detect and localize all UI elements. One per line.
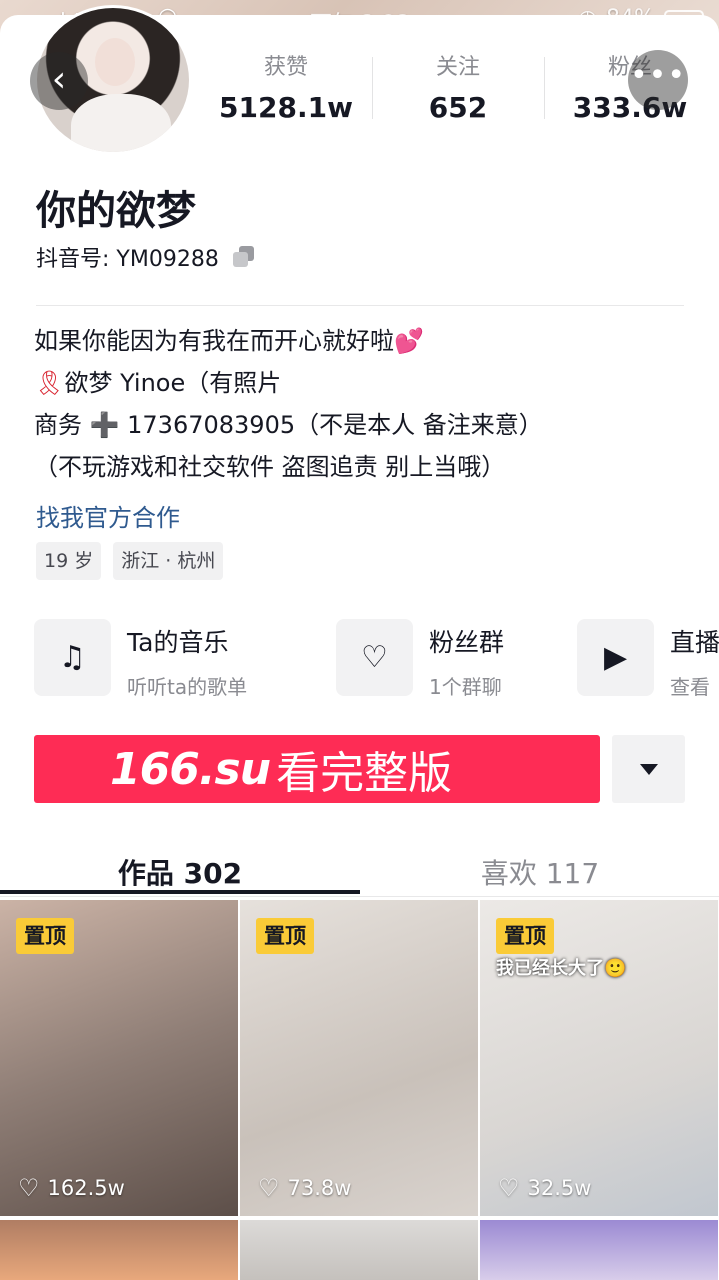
bio-line: 🎗欲梦 Yinoe（有照片 bbox=[34, 369, 282, 397]
caret-down-icon bbox=[639, 763, 658, 775]
nickname: 你的欲梦 bbox=[36, 188, 196, 234]
heart-icon: ♡ bbox=[258, 1174, 280, 1202]
video-thumbnail[interactable]: 置顶 ♡ 162.5w bbox=[0, 900, 238, 1216]
bio: 如果你能因为有我在而开心就好啦💕 🎗欲梦 Yinoe（有照片 商务 ➕ 1736… bbox=[34, 320, 694, 488]
cta-text: 看完整版 bbox=[276, 748, 453, 799]
music-note-icon: ♫ bbox=[34, 619, 111, 696]
bio-line: 如果你能因为有我在而开心就好啦💕 bbox=[34, 327, 424, 355]
feature-music[interactable]: ♫ Ta的音乐 听听ta的歌单 bbox=[34, 619, 247, 697]
tag-location: 浙江 · 杭州 bbox=[113, 542, 224, 580]
uid-label: 抖音号: YM09288 bbox=[36, 247, 219, 272]
live-tv-icon: ▶ bbox=[577, 619, 654, 696]
divider bbox=[36, 305, 684, 306]
feature-subtitle: 1个群聊 bbox=[429, 675, 502, 697]
feature-title: 粉丝群 bbox=[429, 628, 505, 657]
video-thumbnail[interactable] bbox=[240, 1220, 478, 1280]
video-thumbnail[interactable] bbox=[480, 1220, 718, 1280]
official-cooperation-link[interactable]: 找我官方合作 bbox=[36, 498, 180, 533]
more-options-button[interactable]: ••• bbox=[628, 50, 688, 110]
pinned-badge: 置顶 bbox=[496, 918, 554, 954]
uid-row: 抖音号: YM09288 bbox=[36, 241, 255, 273]
tabs-divider bbox=[0, 896, 719, 897]
profile-tags: 19 岁 浙江 · 杭州 bbox=[36, 542, 224, 580]
back-button[interactable]: ‹ bbox=[30, 52, 88, 110]
heart-icon: ♡ bbox=[498, 1174, 520, 1202]
feature-subtitle: 听听ta的歌单 bbox=[127, 675, 248, 697]
ellipsis-icon: ••• bbox=[629, 58, 687, 93]
feature-row: ♫ Ta的音乐 听听ta的歌单 ♡ 粉丝群 1个群聊 ▶ 直播 查看 bbox=[34, 619, 719, 697]
heart-emoji-icon: 💕 bbox=[394, 327, 424, 355]
chevron-left-icon: ‹ bbox=[51, 59, 67, 100]
feature-fan-group[interactable]: ♡ 粉丝群 1个群聊 bbox=[336, 619, 504, 697]
stat-likes[interactable]: 获赞 5128.1w bbox=[200, 45, 372, 135]
avatar-face bbox=[95, 38, 135, 86]
more-dropdown-button[interactable] bbox=[612, 735, 685, 803]
watch-full-button[interactable]: 166.su 看完整版 bbox=[34, 735, 600, 803]
stat-following[interactable]: 关注 652 bbox=[372, 45, 544, 135]
feature-live[interactable]: ▶ 直播 查看 bbox=[577, 619, 719, 697]
like-count: ♡ 73.8w bbox=[258, 1174, 352, 1202]
video-thumbnail[interactable]: 置顶 ♡ 73.8w bbox=[240, 900, 478, 1216]
like-count: ♡ 32.5w bbox=[498, 1174, 592, 1202]
video-caption: 我已经长大了🙂 bbox=[496, 958, 627, 979]
ribbon-emoji-icon: 🎗 bbox=[34, 369, 65, 397]
bio-line: （不玩游戏和社交软件 盗图追责 别上当哦） bbox=[34, 453, 506, 481]
avatar-body bbox=[71, 94, 171, 152]
stat-value: 652 bbox=[428, 91, 488, 124]
like-count: ♡ 162.5w bbox=[18, 1174, 125, 1202]
stat-label: 关注 bbox=[435, 55, 480, 80]
heart-icon: ♡ bbox=[18, 1174, 40, 1202]
copy-icon[interactable] bbox=[232, 246, 255, 268]
active-tab-indicator bbox=[0, 890, 360, 894]
video-thumbnail[interactable] bbox=[0, 1220, 238, 1280]
video-thumbnail[interactable]: 置顶 我已经长大了🙂 ♡ 32.5w bbox=[480, 900, 718, 1216]
fan-group-icon: ♡ bbox=[336, 619, 413, 696]
pinned-badge: 置顶 bbox=[256, 918, 314, 954]
stat-label: 获赞 bbox=[263, 55, 308, 80]
video-grid: 置顶 ♡ 162.5w 置顶 ♡ 73.8w 置顶 我已经长大了🙂 ♡ 32.5w bbox=[0, 900, 719, 1280]
cta-domain: 166.su bbox=[110, 743, 271, 795]
feature-title: 直播 bbox=[670, 628, 719, 657]
stat-value: 333.6w bbox=[572, 91, 688, 124]
feature-title: Ta的音乐 bbox=[127, 628, 229, 657]
stat-value: 5128.1w bbox=[219, 91, 353, 124]
bio-line: 商务 ➕ 17367083905（不是本人 备注来意） bbox=[34, 411, 543, 439]
tag-age: 19 岁 bbox=[36, 542, 102, 580]
pinned-badge: 置顶 bbox=[16, 918, 74, 954]
feature-subtitle: 查看 bbox=[670, 675, 710, 697]
